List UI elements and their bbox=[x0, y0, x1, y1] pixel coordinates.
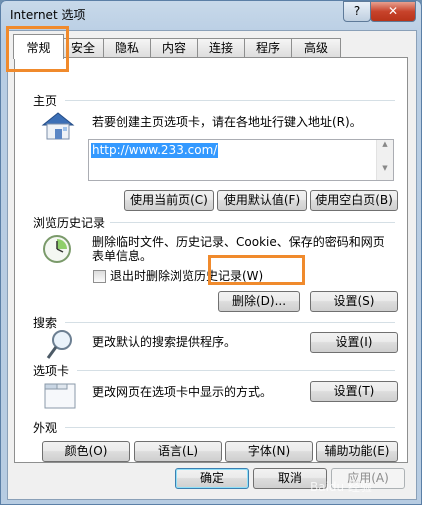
url-scrollbar[interactable]: ▲ ▼ bbox=[376, 140, 393, 180]
search-description: 更改默认的搜索提供程序。 bbox=[92, 335, 237, 349]
search-settings-button[interactable]: 设置(I) bbox=[310, 332, 398, 353]
history-divider bbox=[110, 222, 395, 223]
appearance-divider bbox=[65, 427, 395, 428]
internet-options-window: Internet 选项 ? ✕ 常规 安全 隐私 内容 连接 程序 高级 主页 … bbox=[0, 0, 422, 505]
languages-button[interactable]: 语言(L) bbox=[134, 441, 222, 462]
delete-history-button[interactable]: 删除(D)... bbox=[218, 291, 300, 312]
tab-security[interactable]: 安全 bbox=[62, 38, 104, 58]
history-settings-button[interactable]: 设置(S) bbox=[310, 291, 398, 312]
tab-content[interactable]: 内容 bbox=[150, 38, 198, 58]
tab-advanced[interactable]: 高级 bbox=[291, 38, 341, 58]
homepage-divider bbox=[65, 100, 395, 101]
title-bar[interactable]: Internet 选项 ? ✕ bbox=[0, 0, 422, 30]
tabs-description: 更改网页在选项卡中显示的方式。 bbox=[92, 385, 273, 399]
tabs-divider bbox=[77, 370, 395, 371]
tabs-window-icon bbox=[44, 383, 76, 409]
history-clock-icon bbox=[43, 235, 71, 263]
fonts-button[interactable]: 字体(N) bbox=[225, 441, 313, 462]
colors-button[interactable]: 颜色(O) bbox=[42, 441, 130, 462]
use-current-page-button[interactable]: 使用当前页(C) bbox=[124, 190, 214, 211]
tabs-group-title: 选项卡 bbox=[33, 362, 74, 379]
history-description-line1: 删除临时文件、历史记录、Cookie、保存的密码和网页 bbox=[92, 235, 385, 249]
ok-button[interactable]: 确定 bbox=[175, 468, 249, 489]
tab-connections[interactable]: 连接 bbox=[197, 38, 245, 58]
appearance-group-title: 外观 bbox=[33, 419, 62, 436]
homepage-url-text[interactable]: http://www.233.com/ bbox=[91, 143, 219, 158]
tabs-settings-button[interactable]: 设置(T) bbox=[310, 381, 398, 402]
history-group-title: 浏览历史记录 bbox=[33, 214, 110, 231]
tab-general[interactable]: 常规 bbox=[13, 34, 64, 59]
history-description-line2: 表单信息。 bbox=[92, 249, 153, 263]
use-default-button[interactable]: 使用默认值(F) bbox=[217, 190, 307, 211]
close-button[interactable]: ✕ bbox=[370, 1, 416, 22]
magnifier-icon bbox=[46, 330, 72, 359]
general-tab-panel: 主页 若要创建主页选项卡，请在各地址行键入地址(R)。 http://www.2… bbox=[14, 57, 408, 463]
window-title: Internet 选项 bbox=[10, 8, 86, 22]
homepage-url-box[interactable]: http://www.233.com/ ▲ ▼ bbox=[88, 139, 394, 181]
accessibility-button[interactable]: 辅助功能(E) bbox=[316, 441, 398, 462]
home-icon bbox=[41, 112, 75, 140]
homepage-description: 若要创建主页选项卡，请在各地址行键入地址(R)。 bbox=[92, 115, 362, 129]
delete-on-exit-label[interactable]: 退出时删除浏览历史记录(W) bbox=[110, 269, 263, 283]
watermark: Baidu 经验 bbox=[310, 480, 372, 494]
use-blank-button[interactable]: 使用空白页(B) bbox=[310, 190, 398, 211]
delete-on-exit-checkbox[interactable] bbox=[93, 270, 106, 283]
tab-programs[interactable]: 程序 bbox=[244, 38, 292, 58]
help-button[interactable]: ? bbox=[343, 1, 371, 22]
dialog-client: 常规 安全 隐私 内容 连接 程序 高级 主页 若要创建主页选项卡，请在各地址行… bbox=[7, 30, 417, 500]
search-divider bbox=[65, 322, 395, 323]
tab-privacy[interactable]: 隐私 bbox=[103, 38, 151, 58]
homepage-group-title: 主页 bbox=[33, 92, 62, 109]
